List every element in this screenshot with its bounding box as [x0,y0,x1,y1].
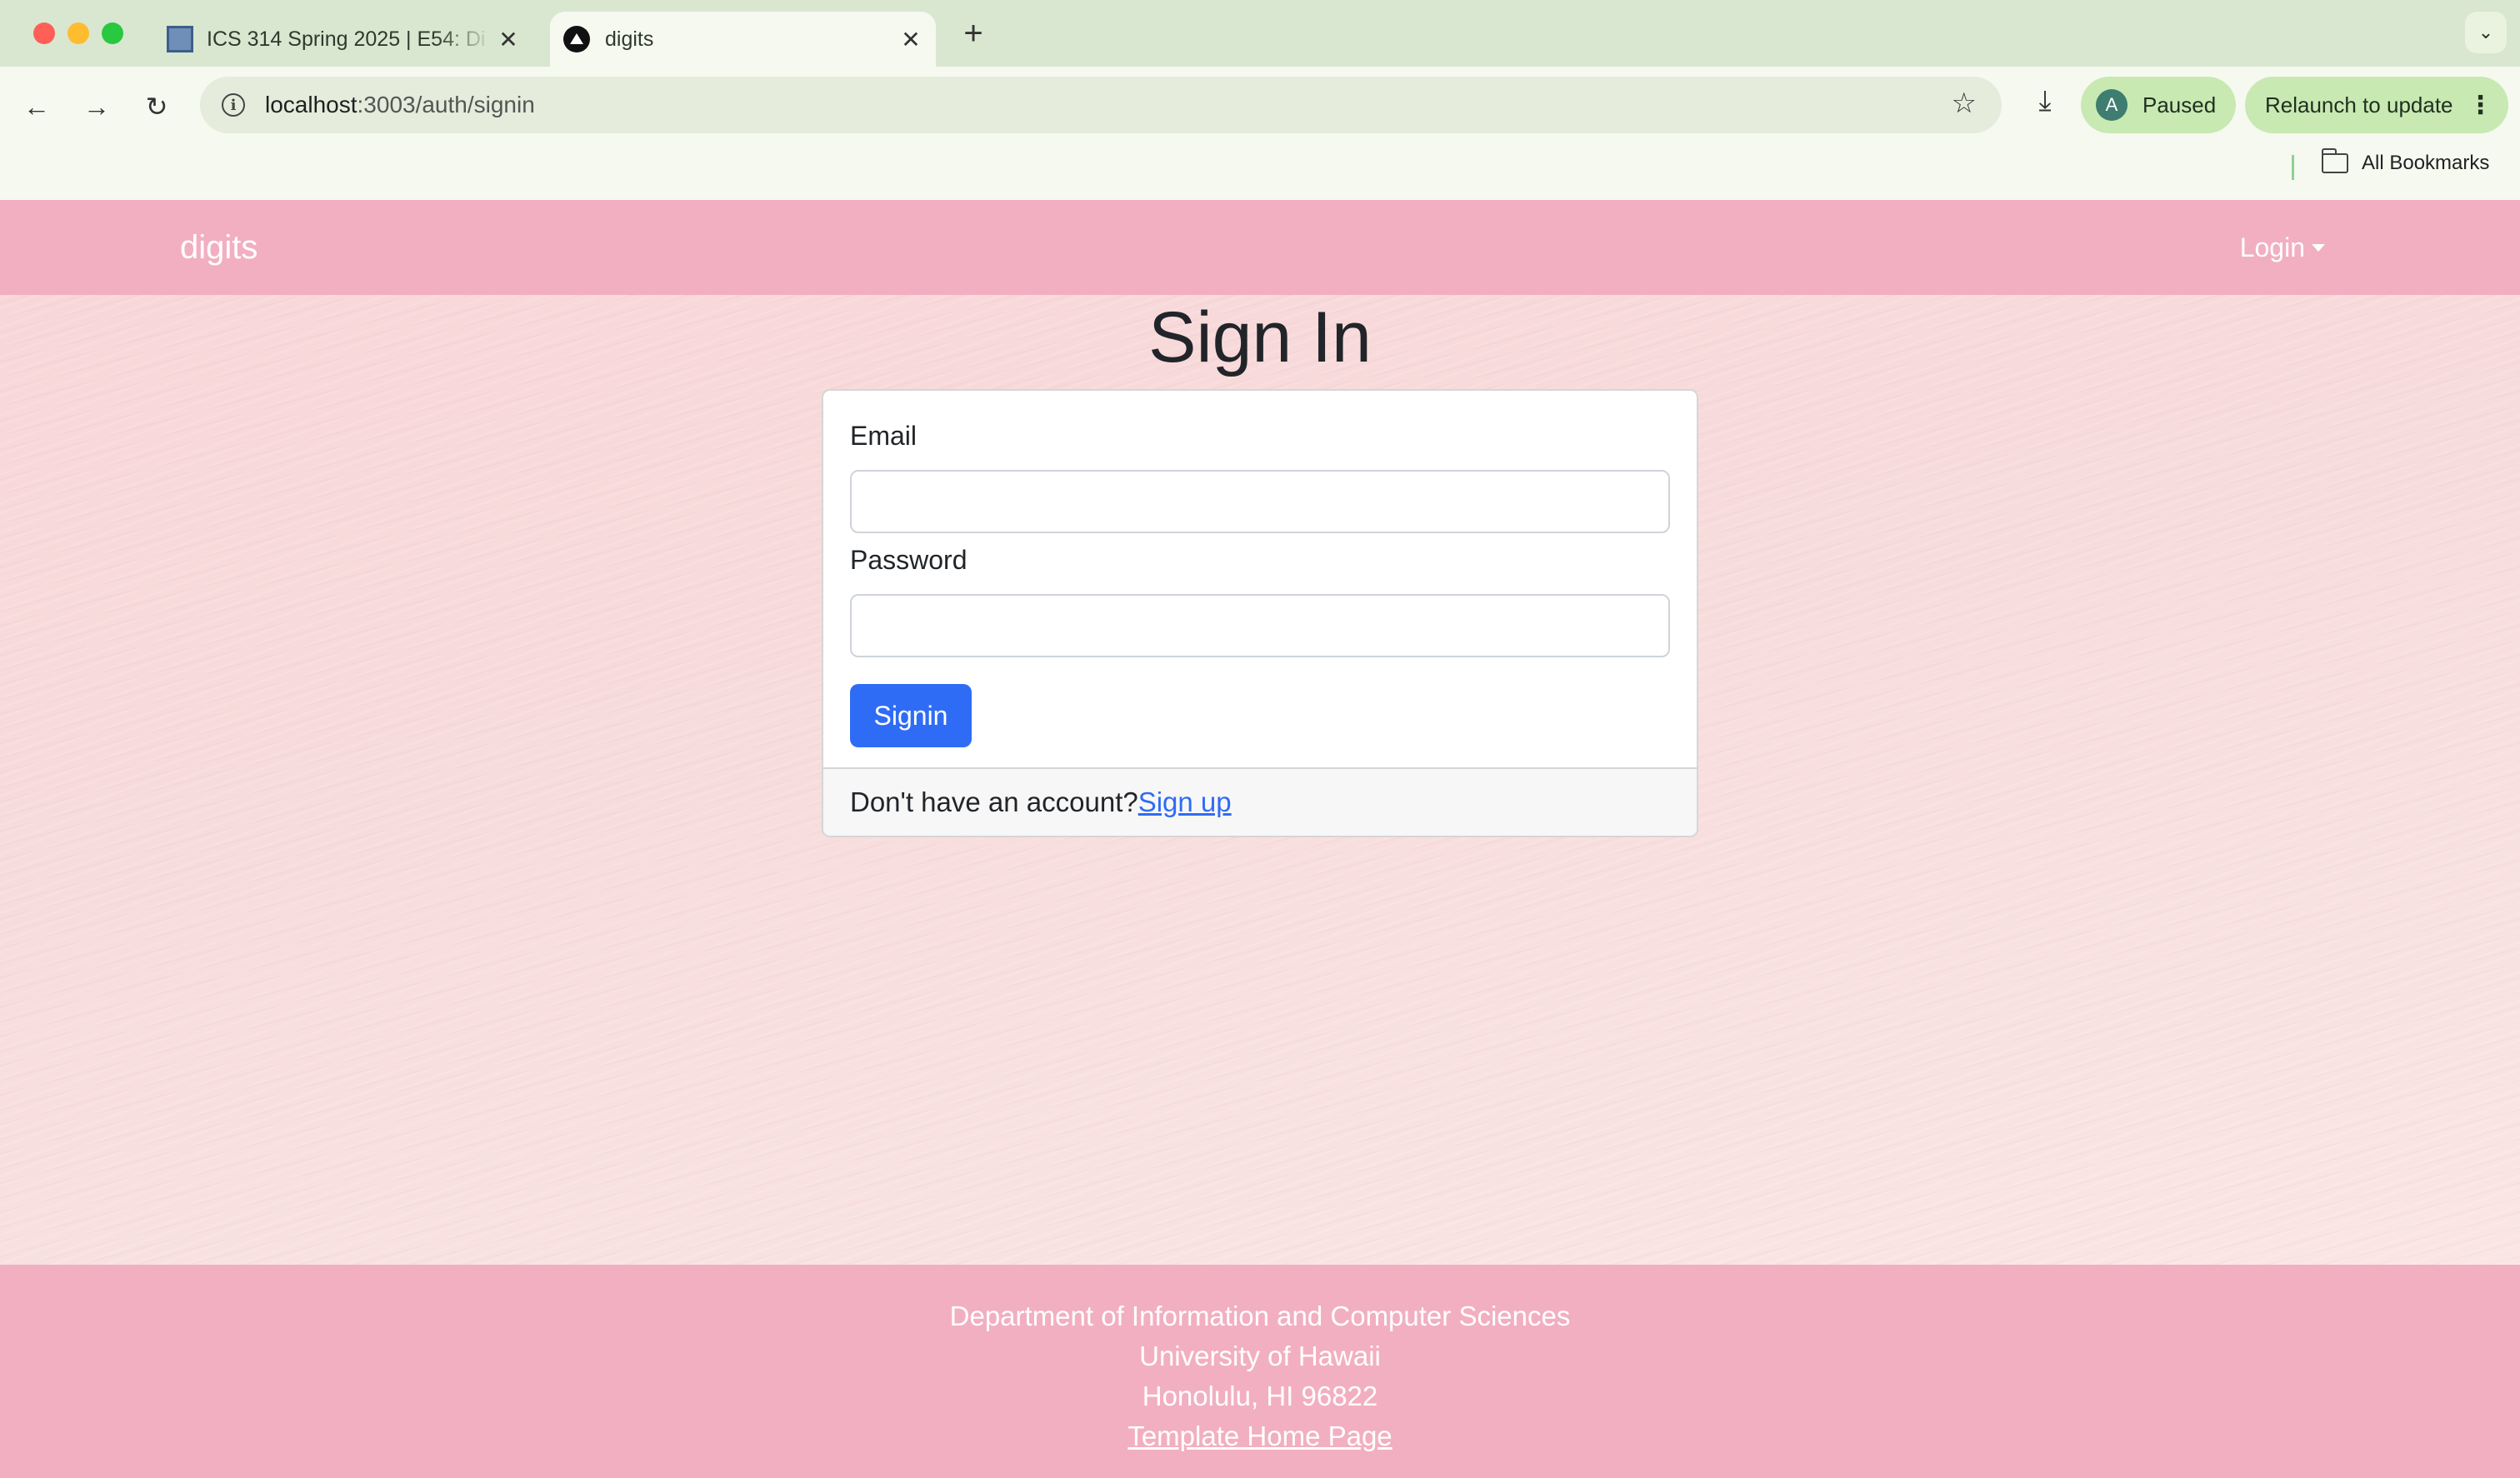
address-bar[interactable]: i localhost:3003/auth/signin ☆ [200,77,2002,133]
login-label: Login [2239,232,2305,262]
close-tab-icon[interactable]: ✕ [493,24,523,54]
tab-title: ICS 314 Spring 2025 | E54: Di [207,27,486,51]
password-label: Password [850,545,968,575]
email-field[interactable] [850,470,1670,533]
footer-department: Department of Information and Computer S… [949,1301,1571,1331]
page-viewport: digits Login Sign In Email Password Sign… [0,200,2520,1478]
footer-address: Honolulu, HI 96822 [1142,1381,1378,1411]
close-window-button[interactable] [33,22,55,44]
bookmark-star-icon[interactable]: ☆ [1952,87,1977,120]
signin-card: Email Password Signin Don't have an acco… [822,389,1698,837]
tab-title: digits [605,27,654,51]
signin-button[interactable]: Signin [850,684,972,747]
email-label: Email [850,421,918,451]
maximize-window-button[interactable] [102,22,123,44]
relaunch-label: Relaunch to update [2265,92,2453,117]
all-bookmarks-label: All Bookmarks [2362,152,2490,174]
footer-university: University of Hawaii [1139,1341,1381,1371]
document-icon [167,26,193,52]
url-path: :3003/auth/signin [357,92,535,117]
page-title: Sign In [1148,297,1372,377]
back-arrow-icon[interactable]: ← [18,88,55,125]
bookmarks-divider [2292,155,2294,180]
minimize-window-button[interactable] [68,22,89,44]
kebab-menu-icon[interactable]: ⋮ [2468,91,2493,120]
profile-button[interactable]: A Paused [2081,77,2236,133]
profile-status: Paused [2142,92,2217,117]
forward-arrow-icon[interactable]: → [78,88,115,125]
browser-tab-digits[interactable]: digits ✕ [550,12,936,67]
browser-tab-strip: ICS 314 Spring 2025 | E54: Di ✕ digits ✕… [0,0,2520,67]
site-navbar: digits Login [0,200,2520,295]
password-field[interactable] [850,594,1670,657]
browser-toolbar: ← → ↻ i localhost:3003/auth/signin ☆ ⤓ A… [0,67,2520,200]
close-tab-icon[interactable]: ✕ [896,24,926,54]
signin-card-footer: Don't have an account? Sign up [823,767,1697,836]
nextjs-triangle-icon [563,26,590,52]
brand-link[interactable]: digits [180,229,258,267]
site-info-icon[interactable]: i [222,93,245,117]
folder-icon [2322,148,2348,173]
template-home-link[interactable]: Template Home Page [1128,1421,1392,1451]
signin-form: Email Password Signin [823,391,1697,747]
login-dropdown[interactable]: Login [2240,232,2325,263]
tab-search-chevron-icon[interactable]: ⌄ [2465,12,2507,53]
download-icon[interactable]: ⤓ [2025,85,2065,125]
caret-down-icon [2312,243,2325,252]
no-account-text: Don't have an account? [850,786,1138,817]
avatar: A [2096,89,2128,121]
signup-link[interactable]: Sign up [1138,786,1232,818]
browser-tab-ics314[interactable]: ICS 314 Spring 2025 | E54: Di ✕ [150,12,533,67]
relaunch-button[interactable]: Relaunch to update ⋮ [2245,77,2508,133]
url-host: localhost [265,92,358,117]
site-footer: Department of Information and Computer S… [0,1265,2520,1478]
all-bookmarks-button[interactable]: All Bookmarks [2322,148,2490,175]
new-tab-plus-icon[interactable]: + [955,15,992,52]
reload-icon[interactable]: ↻ [138,88,175,125]
